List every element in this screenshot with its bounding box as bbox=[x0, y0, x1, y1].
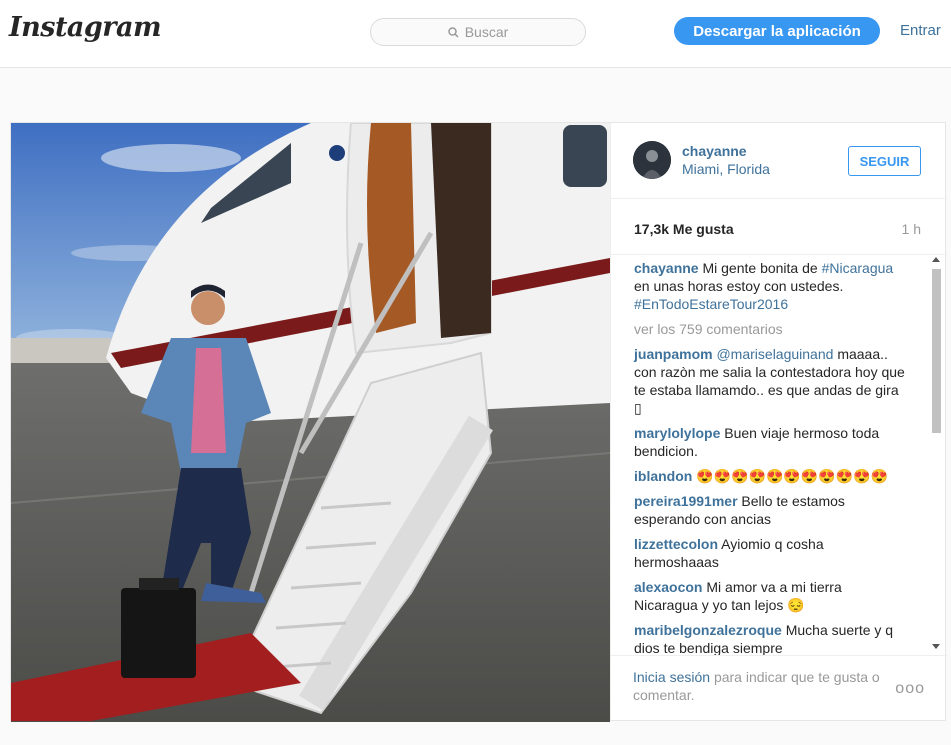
comment-item: lizzettecolon Ayiomio q cosha hermoshaaa… bbox=[634, 535, 909, 571]
search-input[interactable]: Buscar bbox=[370, 18, 586, 46]
more-options-icon[interactable]: ooo bbox=[895, 680, 925, 698]
like-count[interactable]: 17,3k Me gusta bbox=[634, 221, 734, 237]
comment-username[interactable]: juanpamom bbox=[634, 346, 713, 362]
login-prompt-link[interactable]: Inicia sesión bbox=[633, 669, 710, 685]
post-card: chayanne Miami, Florida SEGUIR 17,3k Me … bbox=[10, 122, 947, 722]
post-footer: Inicia sesión para indicar que te gusta … bbox=[611, 655, 947, 720]
comments-section[interactable]: chayanne Mi gente bonita de #Nicaragua e… bbox=[611, 255, 947, 655]
instagram-logo[interactable]: Instagram bbox=[9, 12, 162, 43]
comment-item: maribelgonzalezroque Mucha suerte y q di… bbox=[634, 621, 909, 655]
search-placeholder: Buscar bbox=[464, 24, 509, 40]
avatar[interactable] bbox=[633, 141, 671, 179]
comment-username[interactable]: maribelgonzalezroque bbox=[634, 622, 782, 638]
comment-item: alexaocon Mi amor va a mi tierra Nicarag… bbox=[634, 578, 909, 614]
author-username[interactable]: chayanne bbox=[682, 143, 747, 159]
scroll-down-icon[interactable] bbox=[932, 644, 940, 649]
login-link[interactable]: Entrar bbox=[900, 22, 941, 39]
comment-username[interactable]: lizzettecolon bbox=[634, 536, 718, 552]
comment-mention[interactable]: @mariselaguinand bbox=[716, 346, 833, 362]
scrollbar-thumb[interactable] bbox=[932, 269, 941, 433]
post-time[interactable]: 1 h bbox=[902, 221, 921, 237]
comment-text: 😍😍😍😍😍😍😍😍😍😍😍 bbox=[696, 468, 888, 484]
scroll-up-icon[interactable] bbox=[932, 257, 940, 262]
follow-button[interactable]: SEGUIR bbox=[848, 146, 921, 176]
post-sidebar: chayanne Miami, Florida SEGUIR 17,3k Me … bbox=[610, 123, 947, 720]
comment-item: marylolylope Buen viaje hermoso toda ben… bbox=[634, 424, 909, 460]
post-caption: chayanne Mi gente bonita de #Nicaragua e… bbox=[634, 259, 909, 313]
download-app-button[interactable]: Descargar la aplicación bbox=[674, 17, 880, 45]
caption-username[interactable]: chayanne bbox=[634, 260, 699, 276]
view-all-comments-link[interactable]: ver los 759 comentarios bbox=[634, 320, 909, 338]
comments-scrollbar[interactable] bbox=[930, 255, 942, 651]
comment-item: juanpamom @mariselaguinand maaaa.. con r… bbox=[634, 345, 909, 417]
comment-item: iblandon 😍😍😍😍😍😍😍😍😍😍😍 bbox=[634, 467, 909, 485]
login-prompt: Inicia sesión para indicar que te gusta … bbox=[633, 668, 893, 704]
comment-item: pereira1991mer Bello te estamos esperand… bbox=[634, 492, 909, 528]
caption-hashtag[interactable]: #Nicaragua bbox=[822, 260, 894, 276]
comment-username[interactable]: marylolylope bbox=[634, 425, 720, 441]
comment-username[interactable]: iblandon bbox=[634, 468, 692, 484]
post-location[interactable]: Miami, Florida bbox=[682, 161, 770, 177]
caption-hashtag[interactable]: #EnTodoEstareTour2016 bbox=[634, 296, 788, 312]
post-header: chayanne Miami, Florida SEGUIR bbox=[611, 123, 947, 199]
jet-stairs-photo bbox=[11, 123, 610, 722]
caption-text: en unas horas estoy con ustedes. bbox=[634, 278, 844, 294]
top-navigation: Instagram Buscar Descargar la aplicación… bbox=[0, 0, 951, 68]
search-icon bbox=[447, 26, 459, 38]
caption-text: Mi gente bonita de bbox=[702, 260, 818, 276]
avatar-image bbox=[633, 141, 671, 179]
comment-username[interactable]: alexaocon bbox=[634, 579, 702, 595]
post-photo[interactable] bbox=[11, 123, 610, 722]
post-stats: 17,3k Me gusta 1 h bbox=[611, 199, 947, 255]
comment-list: chayanne Mi gente bonita de #Nicaragua e… bbox=[634, 259, 909, 655]
comment-username[interactable]: pereira1991mer bbox=[634, 493, 738, 509]
